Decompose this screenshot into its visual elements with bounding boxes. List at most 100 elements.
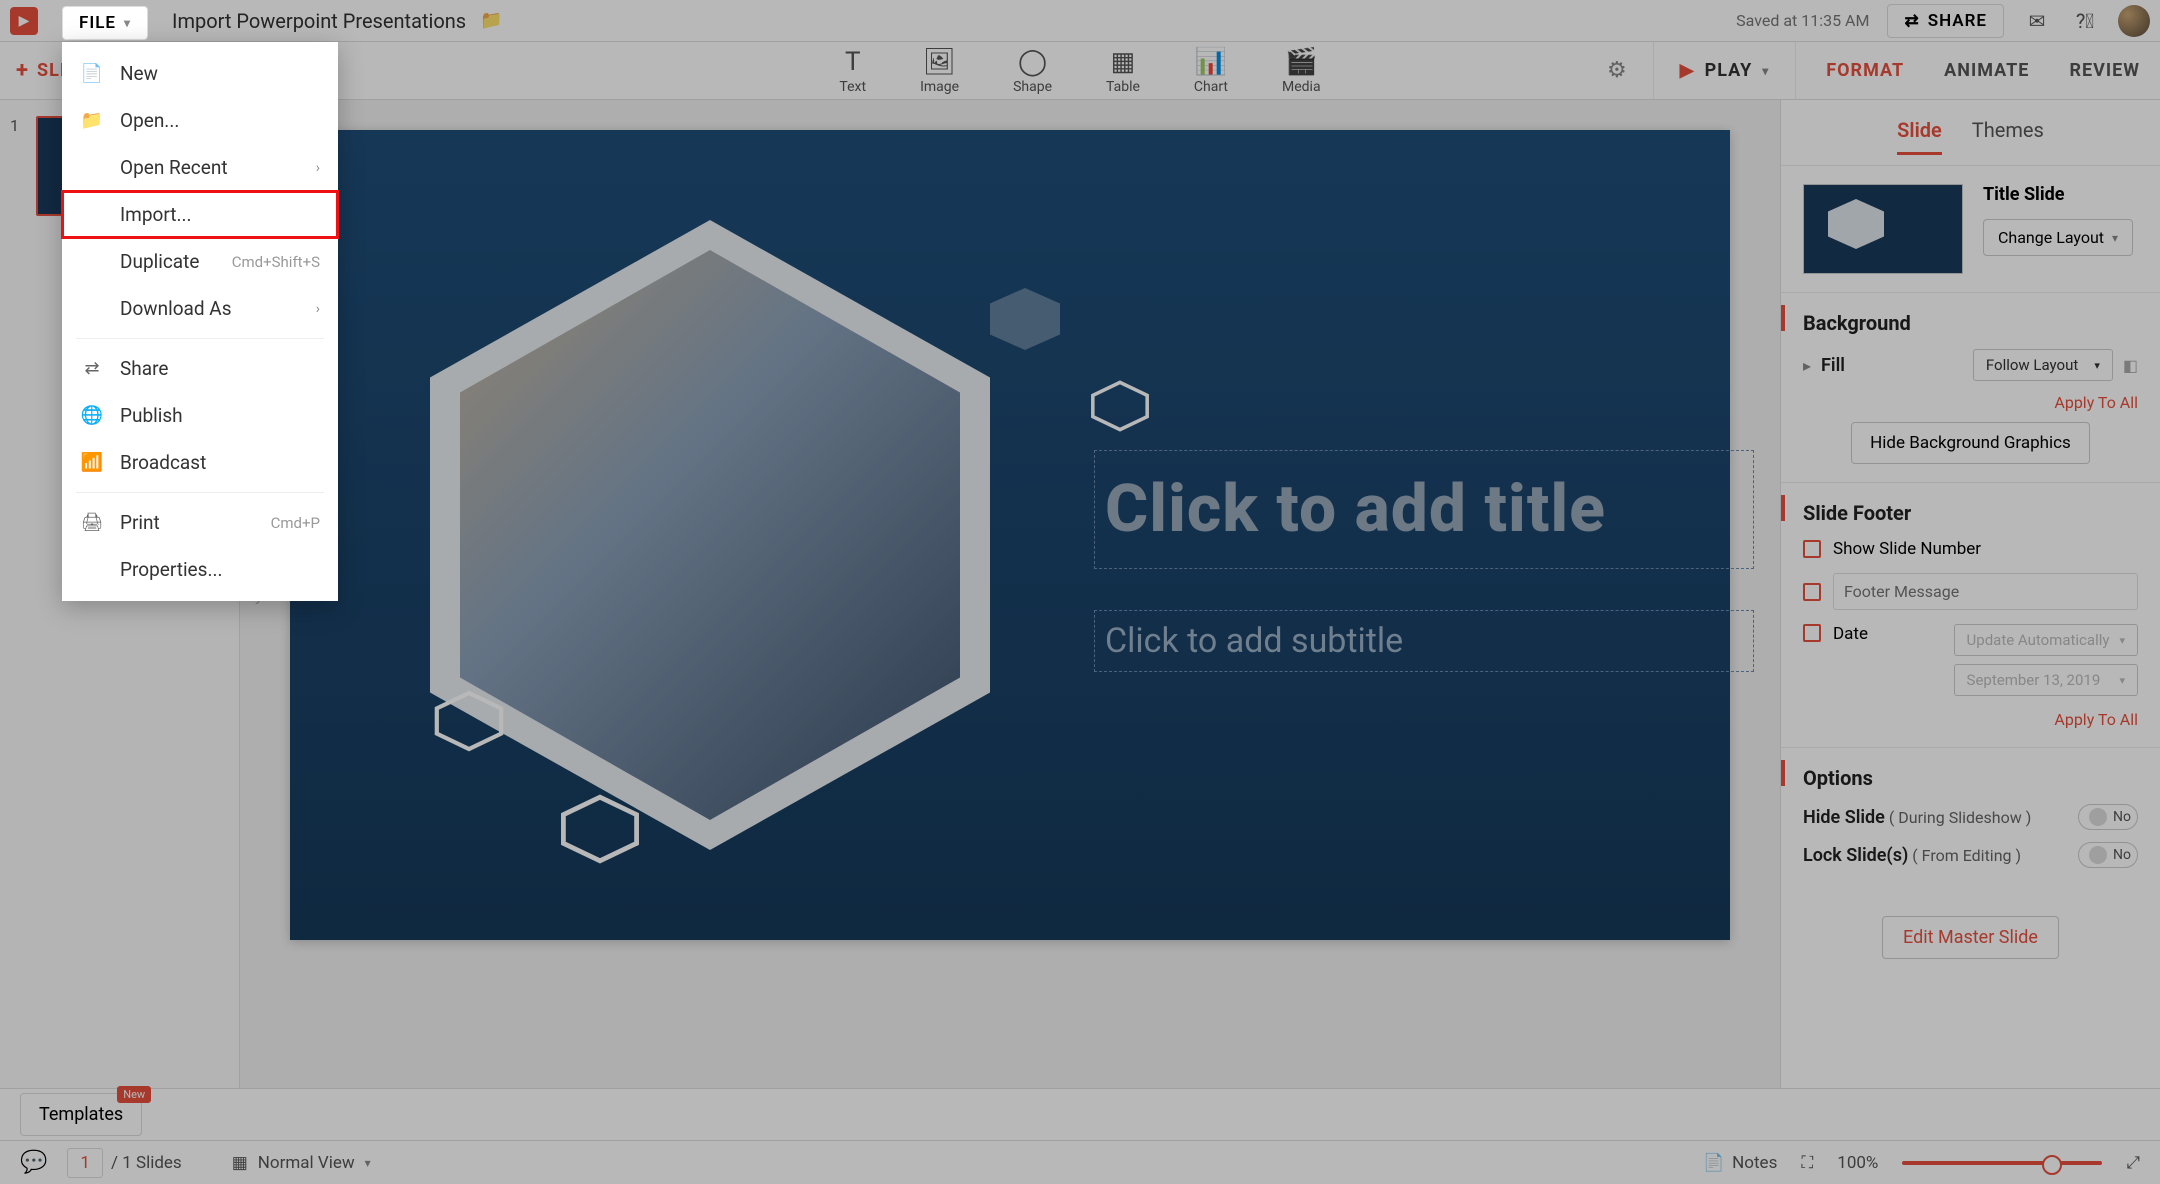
date-update-select[interactable]: Update Automatically▾ [1954,624,2138,656]
insert-chart-button[interactable]: 📊Chart [1194,47,1228,95]
notes-icon: 📄 [1703,1153,1724,1173]
menu-item-label: Download As [120,297,232,320]
file-menu-share[interactable]: ⇄ Share [62,345,338,392]
format-panel: SlideThemes Title Slide Change Layout ▾ … [1780,100,2160,1088]
user-avatar[interactable] [2118,5,2150,37]
tab-review[interactable]: REVIEW [2069,60,2140,81]
file-menu-broadcast[interactable]: 📶 Broadcast [62,439,338,486]
hexagon-outline-decoration [1090,380,1150,432]
insert-label: Media [1282,79,1321,95]
change-layout-label: Change Layout [1998,228,2104,247]
table-icon: ▦ [1111,47,1136,77]
hide-bg-graphics-button[interactable]: Hide Background Graphics [1851,422,2090,464]
menu-item-label: Broadcast [120,451,206,474]
color-swatch-icon[interactable]: ◧ [2123,356,2138,375]
app-logo-icon: ▶ [10,7,38,35]
date-value: September 13, 2019 [1967,671,2101,689]
slide-canvas-area: �miyor Click to add title Click to add s… [240,100,1780,1088]
menu-item-label: Properties... [120,558,222,581]
change-layout-button[interactable]: Change Layout ▾ [1983,219,2133,256]
fit-icon[interactable]: ⛶ [1801,1153,1813,1173]
file-menu-properties[interactable]: Properties... [62,546,338,593]
insert-label: Shape [1013,79,1052,95]
apply-to-all-link[interactable]: Apply To All [1803,393,2138,412]
fullscreen-icon[interactable]: ⤢ [2126,1153,2140,1173]
file-menu-new[interactable]: 📄New [62,50,338,97]
footer-message-checkbox[interactable] [1803,583,1821,601]
menu-item-label: Import... [120,203,191,226]
notes-button[interactable]: 📄 Notes [1703,1153,1777,1173]
globe-icon: 🌐 [80,405,104,426]
mail-icon[interactable]: ✉ [2022,6,2052,36]
chevron-down-icon: ▾ [2094,359,2100,372]
subtab-themes[interactable]: Themes [1972,118,2044,155]
file-menu-open-recent[interactable]: Open Recent› [62,144,338,191]
edit-master-slide-button[interactable]: Edit Master Slide [1882,916,2059,959]
file-menu-print[interactable]: 🖨PrintCmd+P [62,499,338,546]
notes-label: Notes [1732,1153,1777,1173]
date-value-select[interactable]: September 13, 2019▾ [1954,664,2138,696]
tab-format[interactable]: FORMAT [1826,60,1904,81]
background-heading: Background [1803,311,2138,335]
help-icon[interactable]: ?⃝ [2070,6,2100,36]
file-menu-publish[interactable]: 🌐 Publish [62,392,338,439]
play-button[interactable]: ▶ PLAY ▾ [1653,42,1769,99]
insert-image-button[interactable]: 🖼Image [920,47,959,95]
expand-icon[interactable]: ▸ [1803,356,1811,375]
lock-slides-hint: ( From Editing ) [1912,846,2021,865]
file-menu-import[interactable]: Import... [62,191,338,238]
insert-text-button[interactable]: TText [839,47,866,95]
menu-item-label: Open Recent [120,156,228,179]
view-label: Normal View [258,1153,355,1173]
options-heading: Options [1803,766,2138,790]
share-icon: ⇄ [80,358,104,379]
settings-icon[interactable]: ⚙ [1607,58,1627,83]
file-menu-duplicate[interactable]: DuplicateCmd+Shift+S [62,238,338,285]
file-menu-download-as[interactable]: Download As› [62,285,338,332]
broadcast-icon: 📶 [80,452,104,473]
templates-button[interactable]: Templates New [20,1093,142,1136]
footer-message-input[interactable] [1833,573,2138,610]
zoom-slider[interactable] [1902,1161,2102,1165]
menu-item-label: Share [120,357,168,380]
insert-shape-button[interactable]: ◯ Shape [1013,47,1052,95]
insert-media-button[interactable]: 🎬Media [1282,47,1321,95]
saved-status: Saved at 11:35 AM [1736,11,1869,30]
slide-footer-heading: Slide Footer [1803,501,2138,525]
text-icon: T [845,47,861,77]
title-placeholder[interactable]: Click to add title [1094,450,1754,569]
show-slide-number-checkbox[interactable] [1803,540,1821,558]
fill-select[interactable]: Follow Layout ▾ [1973,349,2113,381]
file-menu-open[interactable]: 📁Open... [62,97,338,144]
shape-icon: ◯ [1018,47,1047,77]
hide-slide-toggle[interactable]: No [2078,804,2138,830]
file-menu-button[interactable]: FILE ▾ [62,6,148,40]
top-bar: ▶ Import Powerpoint Presentations 📁 Save… [0,0,2160,42]
toggle-value: No [2113,847,2131,863]
comments-icon[interactable]: 💬 [20,1150,47,1175]
view-selector[interactable]: ▦ Normal View ▾ [232,1153,371,1173]
layout-thumbnail [1803,184,1963,274]
chevron-down-icon: ▾ [1762,64,1769,78]
insert-label: Table [1106,79,1140,95]
folder-icon[interactable]: 📁 [480,10,502,31]
share-button[interactable]: ⇄ SHARE [1887,4,2004,38]
keyboard-shortcut: Cmd+P [271,514,320,532]
apply-to-all-link[interactable]: Apply To All [1803,710,2138,729]
current-page[interactable]: 1 [67,1148,103,1178]
lock-slides-toggle[interactable]: No [2078,842,2138,868]
file-label: FILE [79,13,116,33]
subtab-slide[interactable]: Slide [1897,118,1942,155]
date-checkbox[interactable] [1803,624,1821,642]
tab-animate[interactable]: ANIMATE [1944,60,2029,81]
insert-table-button[interactable]: ▦ Table [1106,47,1140,95]
share-label: SHARE [1928,11,1987,31]
subtitle-placeholder[interactable]: Click to add subtitle [1094,610,1754,672]
share-icon: ⇄ [1904,11,1919,31]
templates-label: Templates [39,1104,123,1125]
document-title[interactable]: Import Powerpoint Presentations [172,9,466,33]
date-update-value: Update Automatically [1967,631,2110,649]
menu-item-label: Publish [120,404,183,427]
slide-canvas[interactable]: Click to add title Click to add subtitle [290,130,1730,940]
hexagon-decoration [990,288,1060,350]
